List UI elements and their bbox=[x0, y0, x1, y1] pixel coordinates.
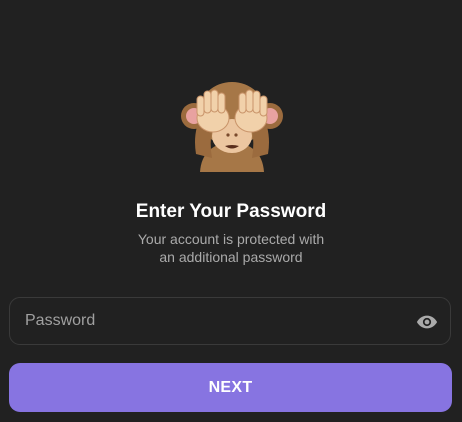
password-screen: Enter Your Password Your account is prot… bbox=[0, 0, 462, 422]
password-field[interactable] bbox=[9, 297, 451, 345]
subtitle-line: Your account is protected with bbox=[137, 231, 325, 247]
subtitle-line: an additional password bbox=[159, 249, 303, 265]
password-input[interactable] bbox=[25, 298, 405, 344]
page-title: Enter Your Password bbox=[135, 201, 327, 222]
next-button[interactable]: NEXT bbox=[9, 363, 452, 412]
see-no-evil-monkey-icon bbox=[181, 82, 283, 172]
page-subtitle: Your account is protected with an additi… bbox=[0, 230, 462, 266]
eye-icon[interactable] bbox=[416, 311, 438, 333]
